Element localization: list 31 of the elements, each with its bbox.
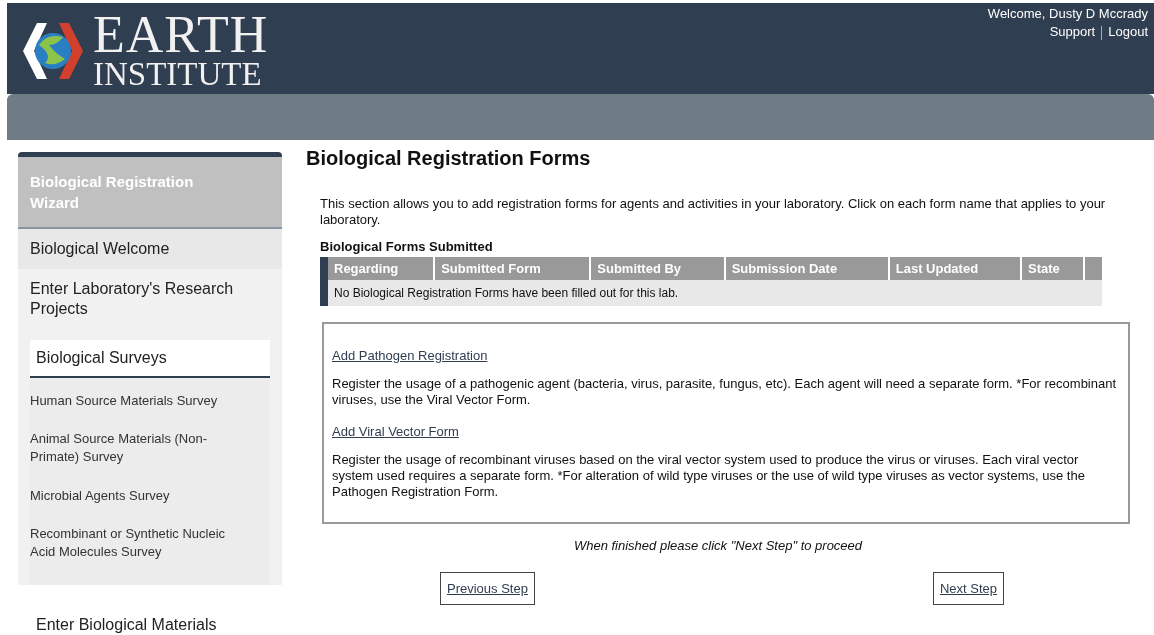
submenu-item[interactable]: Recombinant or Synthetic Nucleic Acid Molecules Survey (30, 516, 250, 574)
previous-button[interactable]: Previous Step (440, 571, 535, 606)
table-caption: Biological Forms Submitted (320, 238, 494, 257)
column-header: Submitted Form (434, 256, 591, 281)
submenu-item[interactable]: Animal Source Materials (Non-Primate) Survey (30, 422, 250, 479)
column-header (1084, 256, 1102, 281)
empty-message: No Biological Registration Forms have been filled out for this lab. (328, 280, 1102, 307)
intro-text: This section allows you to add registration forms for agents and activities in your laboratory. Click on each form name that applies to your laboratory. (320, 196, 1107, 228)
header-link[interactable]: Logout (1108, 24, 1148, 40)
submenu-item[interactable]: Microbial Agents Survey (30, 478, 250, 517)
logo-text: EARTH (93, 11, 269, 60)
form-description: Register the usage of recombinant viruses based on the viral vector system used to produce the virus or viruses. Each viral vector system used requires a separate form. *For alteration of wild type viruses or the use of wild type viruses as vector systems, use the Pathogen Registration Form. (332, 451, 1086, 501)
sidebar-title: Biological Registration Wizard (18, 152, 282, 229)
form-link[interactable]: Add Viral Vector Form (332, 422, 459, 442)
welcome-text: Welcome, Dusty D Mccrady (987, 7, 1148, 22)
column-header: Last Updated (888, 256, 1022, 281)
form-link[interactable]: Add Pathogen Registration (332, 346, 488, 366)
logo-text: INSTITUTE (93, 59, 263, 90)
column-header: Regarding (328, 256, 435, 281)
column-header: Submission Date (724, 256, 889, 281)
sidebar-item[interactable]: Enter Laboratory's Research Projects (18, 269, 282, 329)
next-button[interactable]: Next Step (932, 571, 1004, 606)
column-header: State (1021, 256, 1084, 281)
column-header: Submitted By (590, 256, 725, 281)
section-heading: Biological Surveys (30, 340, 270, 378)
hint-text: When finished please click "Next Step" to proceed (572, 537, 864, 556)
header-link[interactable]: Support (1049, 24, 1096, 40)
page-title: Biological Registration Forms (306, 146, 592, 170)
submenu-item[interactable]: Human Source Materials Survey (30, 384, 250, 423)
form-description: Register the usage of a pathogenic agent (bacteria, virus, parasite, fungus, etc). Each agent will need a separate form. *For recombinant viruses, use the Viral Vector Form. (332, 375, 1118, 409)
sidebar-item[interactable]: Biological Welcome (18, 229, 282, 269)
